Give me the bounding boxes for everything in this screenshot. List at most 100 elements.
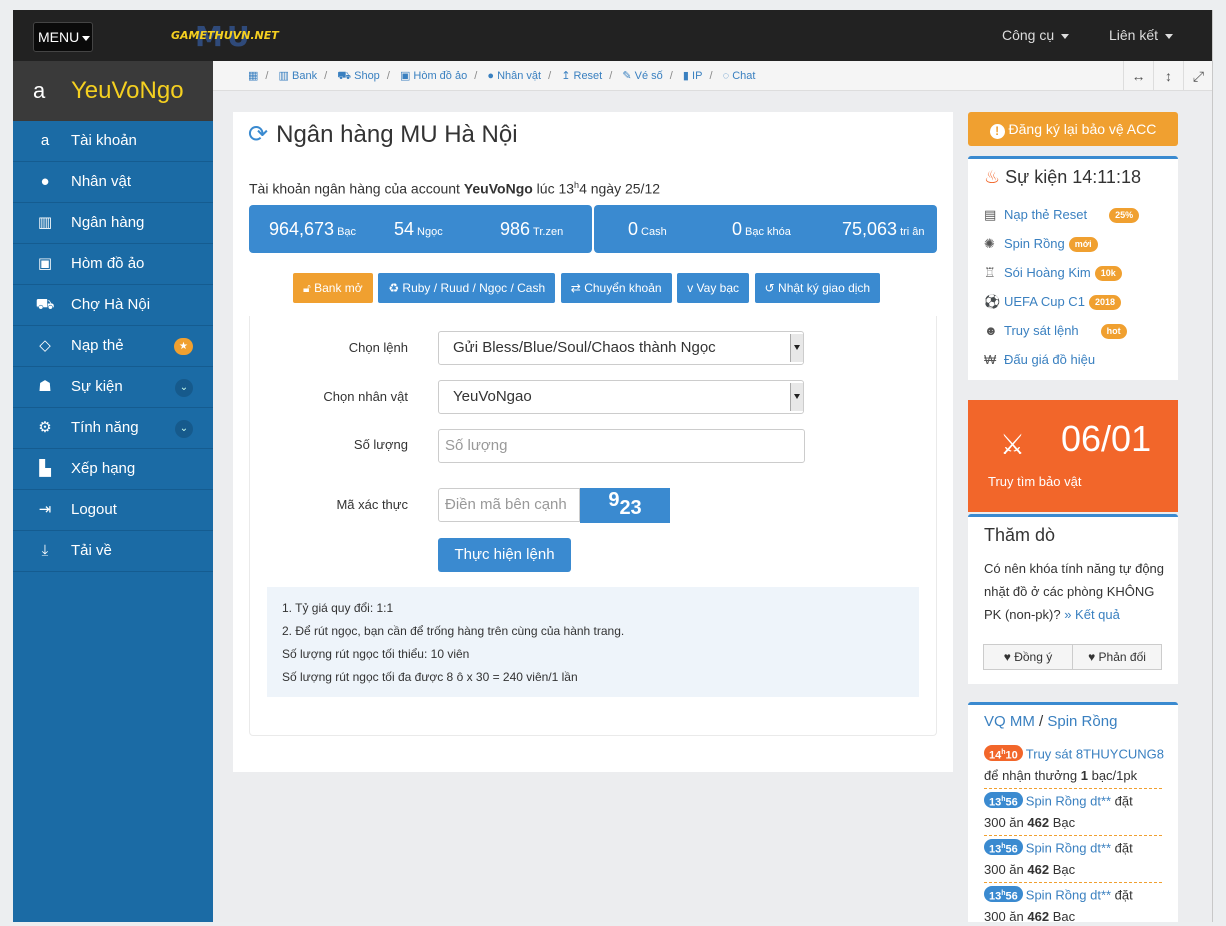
- wheel-title-vq[interactable]: VQ MM: [984, 713, 1035, 730]
- breadcrumb-chat[interactable]: ◌ Chat: [723, 70, 756, 82]
- reset-icon: ↥: [561, 70, 571, 82]
- sidebar-item-events[interactable]: ☗ Sự kiện ⌄: [13, 367, 213, 408]
- button-label: Ruby / Ruud / Ngọc / Cash: [402, 281, 546, 295]
- time-minute: 10: [1005, 749, 1018, 762]
- caret-down-icon: [1164, 33, 1173, 39]
- sidebar-item-topup[interactable]: ◇ Nạp thẻ ★: [13, 326, 213, 367]
- event-topup-reset[interactable]: ▤ Nạp thẻ Reset 25%: [984, 207, 1140, 223]
- breadcrumb-lottery[interactable]: ✎ Vé số: [622, 70, 662, 82]
- account-time: lúc 13: [532, 180, 575, 197]
- sidebar-item-account[interactable]: a Tài khoản: [13, 121, 213, 162]
- character-selected-value: YeuVoNgao: [453, 388, 532, 405]
- poll-result-link[interactable]: » Kết quả: [1064, 607, 1120, 622]
- quantity-input[interactable]: Số lượng: [438, 429, 805, 463]
- log-text: 300 ăn: [984, 909, 1028, 922]
- log-row: 13h56 Spin Rồng dt** đặt: [984, 886, 1133, 903]
- bank-panel: ⟳ Ngân hàng MU Hà Nội Tài khoản ngân hàng…: [233, 112, 953, 772]
- calendar-icon[interactable]: ▦: [248, 70, 258, 82]
- sidebar-item-market[interactable]: ⛟ Chợ Hà Nội: [13, 285, 213, 326]
- sidebar-item-character[interactable]: ● Nhân vật: [13, 162, 213, 203]
- sidebar-user[interactable]: a YeuVoNgo: [13, 61, 213, 121]
- log-link[interactable]: Spin Rồng dt**: [1026, 794, 1111, 809]
- amazon-icon: a: [33, 78, 46, 103]
- nav-tools[interactable]: Công cụ: [1002, 10, 1070, 61]
- exclamation-icon: !: [989, 124, 1005, 139]
- submit-button[interactable]: Thực hiện lệnh: [438, 538, 571, 572]
- star-icon: ★: [174, 338, 193, 355]
- sidebar-item-inventory[interactable]: ▣ Hòm đồ ảo: [13, 244, 213, 285]
- event-auction[interactable]: ₩ Đấu giá đồ hiệu: [984, 352, 1095, 367]
- breadcrumb-shop[interactable]: ⛟ Shop: [337, 70, 380, 82]
- sidebar: a YeuVoNgo a Tài khoản ● Nhân vật ▥ Ngân hà…: [13, 61, 213, 922]
- menu-button[interactable]: MENU: [33, 22, 93, 52]
- sidebar-username: YeuVoNgo: [71, 77, 184, 104]
- transfer-button[interactable]: ⇄ Chuyển khoản: [560, 273, 672, 303]
- expand-horizontal-icon[interactable]: ↔: [1123, 61, 1153, 91]
- event-golden-wolf[interactable]: ♖ Sói Hoàng Kim 10k: [984, 265, 1122, 281]
- transaction-log-button[interactable]: ↺ Nhật ký giao dịch: [754, 273, 881, 303]
- command-select[interactable]: Gửi Bless/Blue/Soul/Chaos thành Ngọc: [438, 331, 804, 365]
- quantity-label: Số lượng: [353, 437, 408, 452]
- nav-links[interactable]: Liên kết: [1109, 10, 1173, 61]
- time-minute: 56: [1005, 796, 1018, 809]
- caret-down-icon: [82, 35, 91, 41]
- event-uefa-cup[interactable]: ⚽ UEFA Cup C1 2018: [984, 294, 1121, 310]
- account-name: YeuVoNgo: [463, 180, 533, 197]
- gears-icon: ⚙: [38, 419, 52, 436]
- character-select[interactable]: YeuVoNgao: [438, 380, 804, 414]
- treasure-date: 06/01: [1061, 418, 1152, 459]
- wheel-log-panel: VQ MM / Spin Rồng 14h10 Truy sát 8THUYCUN…: [968, 702, 1178, 922]
- log-link[interactable]: Truy sát 8THUYCUNG8: [1026, 747, 1164, 762]
- exchange-button[interactable]: ♻ Ruby / Ruud / Ngọc / Cash: [378, 273, 556, 303]
- breadcrumb-reset[interactable]: ↥ Reset: [561, 70, 602, 82]
- chevron-down-icon: ⌄: [175, 379, 193, 397]
- event-label: Spin Rồng: [1004, 236, 1065, 251]
- protect-account-button[interactable]: ! Đăng ký lại bảo vệ ACC: [968, 112, 1178, 146]
- captcha-input[interactable]: Điền mã bên cạnh: [438, 488, 580, 522]
- refresh-icon[interactable]: ⟳: [248, 121, 268, 148]
- vote-no-button[interactable]: ♥ Phản đối: [1072, 644, 1162, 670]
- sidebar-item-label: Nạp thẻ: [71, 337, 124, 354]
- breadcrumb-character[interactable]: ● Nhân vật: [487, 70, 541, 82]
- time-hour: 13: [989, 796, 1002, 809]
- events-title: ♨ Sự kiện 14:11:18: [984, 167, 1141, 188]
- treasure-hunt-box[interactable]: ⚔ 06/01 Truy tìm bảo vật: [968, 400, 1178, 512]
- fullscreen-icon[interactable]: ⤢: [1183, 61, 1212, 91]
- event-hunt-order[interactable]: ☻ Truy sát lệnh hot: [984, 323, 1127, 339]
- breadcrumb-bank[interactable]: ▥ Bank: [279, 70, 318, 82]
- button-label: Bank mở: [314, 281, 363, 295]
- breadcrumb-ip[interactable]: ▮ IP: [683, 70, 703, 82]
- sidebar-item-ranking[interactable]: ▙ Xếp hạng: [13, 449, 213, 490]
- site-logo[interactable]: MU GAMETHUVN.NET: [171, 20, 291, 53]
- poll-question: Có nên khóa tính năng tự động nhặt đồ ở …: [984, 557, 1164, 626]
- breadcrumb-label: Vé số: [634, 70, 663, 82]
- sidebar-item-label: Logout: [71, 501, 117, 518]
- log-link[interactable]: Spin Rồng dt**: [1026, 888, 1111, 903]
- sidebar-item-features[interactable]: ⚙ Tính năng ⌄: [13, 408, 213, 449]
- nav-links-label: Liên kết: [1109, 27, 1159, 43]
- protect-account-label: Đăng ký lại bảo vệ ACC: [1008, 121, 1157, 137]
- loan-button[interactable]: v Vay bạc: [677, 273, 750, 303]
- divider: [984, 835, 1162, 836]
- log-link[interactable]: Spin Rồng dt**: [1026, 841, 1111, 856]
- bank-open-button[interactable]: 🔓︎ Bank mở: [293, 273, 373, 303]
- bank-actions: 🔓︎ Bank mở ♻ Ruby / Ruud / Ngọc / Cash ⇄…: [293, 273, 882, 303]
- breadcrumb-inventory[interactable]: ▣ Hòm đồ ảo: [400, 70, 467, 82]
- balance-unit: tri ân: [900, 226, 925, 238]
- vote-yes-button[interactable]: ♥ Đồng ý: [983, 644, 1073, 670]
- sidebar-item-bank[interactable]: ▥ Ngân hàng: [13, 203, 213, 244]
- events-title-text: Sự kiện 14:11:18: [1005, 167, 1141, 187]
- expand-vertical-icon[interactable]: ↕: [1153, 61, 1183, 91]
- sidebar-item-download[interactable]: ⤓ Tải về: [13, 531, 213, 572]
- wheel-title-spin[interactable]: Spin Rồng: [1047, 713, 1117, 730]
- sidebar-item-label: Xếp hạng: [71, 460, 136, 477]
- log-detail: 300 ăn 462 Bạc: [984, 862, 1075, 877]
- page-title-text: Ngân hàng MU Hà Nội: [276, 121, 518, 148]
- sidebar-item-logout[interactable]: ⇥ Logout: [13, 490, 213, 531]
- log-amount: 462: [1027, 909, 1050, 922]
- balance-group-extra: 0 Cash 0 Bạc khóa 75,063 tri ân: [594, 205, 937, 253]
- sidebar-item-label: Tính năng: [71, 419, 139, 436]
- sidebar-item-label: Nhân vật: [71, 173, 132, 190]
- sign-out-icon: ⇥: [38, 501, 52, 518]
- event-spin-dragon[interactable]: ✺ Spin Rồng mới: [984, 236, 1098, 252]
